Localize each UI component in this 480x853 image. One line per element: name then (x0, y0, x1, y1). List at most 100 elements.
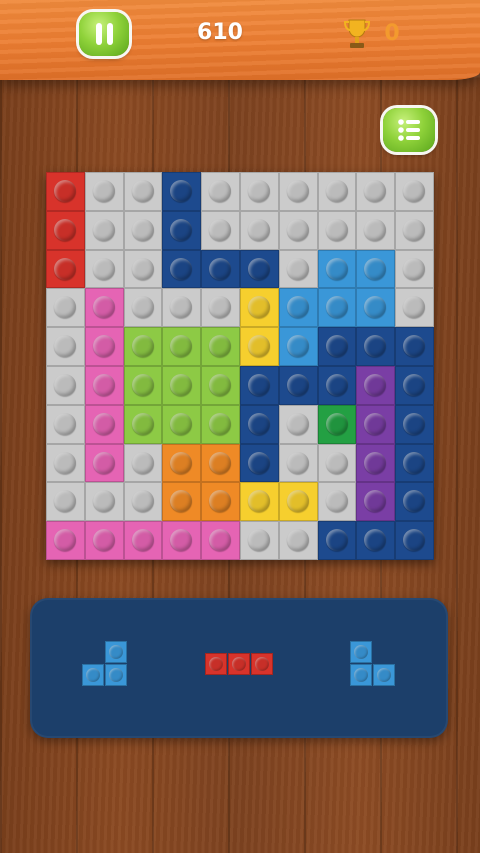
board-cell[interactable] (395, 327, 434, 366)
board-cell[interactable] (395, 249, 434, 289)
board-cell[interactable] (395, 482, 434, 522)
board-cell[interactable] (317, 365, 357, 405)
board-cell[interactable] (46, 327, 85, 366)
board-cell[interactable] (201, 521, 240, 560)
board-cell[interactable] (84, 288, 124, 328)
board-cell[interactable] (278, 172, 318, 211)
board-cell[interactable] (201, 482, 240, 522)
board-cell[interactable] (162, 365, 202, 405)
board-cell[interactable] (356, 327, 396, 366)
board-cell[interactable] (201, 288, 240, 328)
board-cell[interactable] (317, 249, 357, 289)
board-cell[interactable] (123, 521, 163, 560)
board-cell[interactable] (201, 249, 240, 289)
board-cell[interactable] (317, 210, 357, 250)
board-cell[interactable] (46, 249, 85, 289)
board-cell[interactable] (356, 172, 396, 211)
board-cell[interactable] (278, 327, 318, 366)
board-cell[interactable] (201, 365, 240, 405)
board-cell[interactable] (84, 172, 124, 211)
board-cell[interactable] (395, 443, 434, 483)
board-cell[interactable] (395, 521, 434, 560)
game-board[interactable] (46, 172, 434, 560)
board-cell[interactable] (278, 210, 318, 250)
board-cell[interactable] (395, 404, 434, 444)
board-cell[interactable] (201, 327, 240, 366)
board-cell[interactable] (356, 521, 396, 560)
board-cell[interactable] (356, 288, 396, 328)
board-cell[interactable] (356, 443, 396, 483)
board-cell[interactable] (317, 521, 357, 560)
board-cell[interactable] (123, 404, 163, 444)
pause-button[interactable] (79, 12, 129, 56)
board-cell[interactable] (162, 521, 202, 560)
board-cell[interactable] (317, 443, 357, 483)
board-cell[interactable] (123, 327, 163, 366)
board-cell[interactable] (239, 521, 279, 560)
board-cell[interactable] (395, 210, 434, 250)
board-cell[interactable] (84, 404, 124, 444)
board-cell[interactable] (317, 404, 357, 444)
board-cell[interactable] (317, 482, 357, 522)
board-cell[interactable] (162, 288, 202, 328)
board-cell[interactable] (239, 327, 279, 366)
board-cell[interactable] (162, 327, 202, 366)
board-cell[interactable] (239, 365, 279, 405)
board-cell[interactable] (239, 172, 279, 211)
board-cell[interactable] (278, 249, 318, 289)
board-cell[interactable] (84, 365, 124, 405)
board-cell[interactable] (46, 288, 85, 328)
board-cell[interactable] (84, 443, 124, 483)
board-cell[interactable] (278, 521, 318, 560)
board-cell[interactable] (239, 249, 279, 289)
board-cell[interactable] (123, 365, 163, 405)
board-cell[interactable] (239, 210, 279, 250)
board-cell[interactable] (395, 288, 434, 328)
board-cell[interactable] (46, 172, 85, 211)
board-cell[interactable] (201, 172, 240, 211)
board-cell[interactable] (84, 249, 124, 289)
board-cell[interactable] (123, 210, 163, 250)
board-cell[interactable] (84, 210, 124, 250)
board-cell[interactable] (356, 249, 396, 289)
board-cell[interactable] (317, 327, 357, 366)
board-cell[interactable] (356, 210, 396, 250)
board-cell[interactable] (278, 482, 318, 522)
board-cell[interactable] (46, 443, 85, 483)
board-cell[interactable] (84, 482, 124, 522)
board-cell[interactable] (162, 210, 202, 250)
board-cell[interactable] (395, 365, 434, 405)
menu-button[interactable] (383, 108, 435, 152)
board-cell[interactable] (162, 482, 202, 522)
board-cell[interactable] (84, 521, 124, 560)
board-cell[interactable] (84, 327, 124, 366)
board-cell[interactable] (239, 443, 279, 483)
board-cell[interactable] (123, 482, 163, 522)
board-cell[interactable] (201, 210, 240, 250)
board-cell[interactable] (278, 443, 318, 483)
board-cell[interactable] (395, 172, 434, 211)
board-cell[interactable] (162, 249, 202, 289)
board-cell[interactable] (239, 482, 279, 522)
board-cell[interactable] (123, 443, 163, 483)
board-cell[interactable] (201, 443, 240, 483)
board-cell[interactable] (317, 288, 357, 328)
board-cell[interactable] (46, 210, 85, 250)
board-cell[interactable] (356, 365, 396, 405)
board-cell[interactable] (162, 172, 202, 211)
board-cell[interactable] (278, 288, 318, 328)
board-cell[interactable] (123, 249, 163, 289)
board-cell[interactable] (239, 404, 279, 444)
board-cell[interactable] (356, 404, 396, 444)
board-cell[interactable] (46, 404, 85, 444)
board-cell[interactable] (278, 404, 318, 444)
board-cell[interactable] (123, 172, 163, 211)
board-cell[interactable] (46, 521, 85, 560)
board-cell[interactable] (239, 288, 279, 328)
board-cell[interactable] (317, 172, 357, 211)
board-cell[interactable] (201, 404, 240, 444)
board-cell[interactable] (123, 288, 163, 328)
board-cell[interactable] (46, 482, 85, 522)
board-cell[interactable] (162, 404, 202, 444)
board-cell[interactable] (356, 482, 396, 522)
